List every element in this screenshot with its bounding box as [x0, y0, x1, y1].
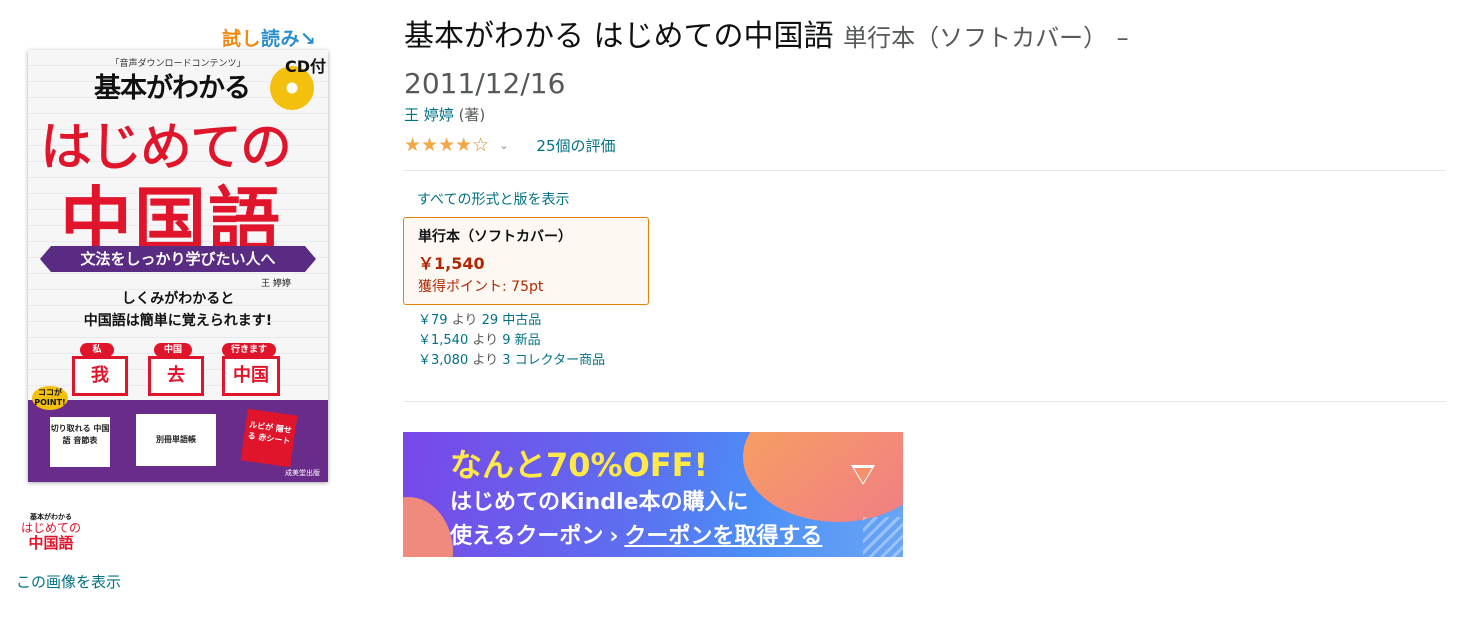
cover-ribbon: 文法をしっかり学びたい人へ: [40, 246, 316, 272]
rating-row: ★★★★☆ ⌄ 25個の評価: [404, 132, 616, 158]
cover-publisher: 成美堂出版: [285, 469, 320, 477]
banner-coupon-text: 使えるクーポン: [450, 524, 604, 549]
triangle-inner: [854, 468, 872, 483]
offer-row: ￥3,080 より 3 コレクター商品: [418, 351, 605, 371]
product-format: 単行本（ソフトカバー）: [843, 24, 1108, 52]
kindle-coupon-banner[interactable]: なんと70%OFF! はじめてのKindle本の購入に 使えるクーポン › クーポン…: [403, 432, 903, 557]
offer-used-link[interactable]: 29 中古品: [482, 313, 542, 328]
offer-price: ￥1,540: [418, 333, 469, 348]
banner-line-2: はじめてのKindle本の購入に: [450, 490, 749, 515]
product-title-text: 基本がわかる はじめての中国語: [404, 19, 834, 54]
chevron-down-icon[interactable]: ⌄: [499, 139, 508, 152]
trial-read-text-2: 読み↘: [261, 28, 317, 50]
trial-read-link[interactable]: 試し読み↘: [222, 24, 316, 51]
author-role: (著): [458, 106, 486, 124]
offer-row: ￥1,540 より 9 新品: [418, 331, 605, 351]
all-formats-link[interactable]: すべての形式と版を表示: [417, 189, 569, 209]
publication-date: 2011/12/16: [404, 67, 566, 100]
chevron-right-icon: ›: [609, 524, 619, 549]
banner-headline: なんと70%OFF!: [450, 446, 709, 484]
divider: [404, 401, 1446, 402]
format-points: 獲得ポイント: 75pt: [418, 279, 544, 295]
cover-card-1: 切り取れる 中国語 音節表: [50, 417, 110, 467]
offer-from: より: [472, 353, 499, 368]
book-cover-image[interactable]: 「音声ダウンロードコンテンツ」 CD付 基本がわかる はじめての 中国語 文法を…: [28, 50, 328, 482]
cover-card-2: 別冊単語帳: [136, 414, 216, 466]
cover-tag-3: 行きます: [222, 343, 276, 357]
cover-description: しくみがわかると 中国語は簡単に覚えられます!: [28, 288, 328, 332]
stars-filled: ★★★★: [404, 134, 473, 156]
offer-from: より: [472, 333, 499, 348]
divider: [404, 170, 1446, 171]
title-dash: –: [1116, 24, 1129, 52]
offers-list: ￥79 より 29 中古品 ￥1,540 より 9 新品 ￥3,080 より 3…: [418, 311, 605, 371]
cover-card-3: ルビが 隠せる 赤シート: [240, 408, 298, 468]
offer-new-link[interactable]: 9 新品: [502, 333, 540, 348]
thumb-line-3: 中国語: [28, 534, 74, 552]
author-byline: 王 婷婷 (著): [404, 104, 485, 125]
banner-line-3: 使えるクーポン › クーポンを取得する: [450, 518, 822, 550]
offer-collectible-link[interactable]: 3 コレクター商品: [502, 353, 605, 368]
author-link[interactable]: 王 婷婷: [404, 106, 454, 124]
banner-decoration: [403, 497, 453, 557]
cover-box-3: 中国: [222, 356, 280, 396]
cover-point-badge: ココが POINT!: [32, 386, 68, 410]
stars-empty: ☆: [472, 134, 490, 156]
cover-cd-label: CD付: [285, 57, 327, 76]
format-name: 単行本（ソフトカバー）: [418, 229, 572, 245]
format-option-selected[interactable]: 単行本（ソフトカバー） ￥1,540 獲得ポイント: 75pt: [403, 217, 649, 305]
get-coupon-link[interactable]: クーポンを取得する: [624, 524, 822, 549]
star-rating-icon[interactable]: ★★★★☆: [404, 134, 489, 156]
offer-from: より: [451, 313, 478, 328]
offer-row: ￥79 より 29 中古品: [418, 311, 605, 331]
trial-read-text-1: 試し: [222, 28, 262, 50]
offer-price: ￥79: [418, 313, 448, 328]
rating-count-link[interactable]: 25個の評価: [536, 135, 615, 156]
cover-box-2: 去: [148, 356, 204, 396]
format-price: ￥1,540: [418, 254, 485, 273]
cover-base-title: 基本がわかる: [94, 73, 251, 104]
cover-tag-2: 中国: [154, 343, 192, 357]
cover-desc-line-2: 中国語は簡単に覚えられます!: [83, 313, 273, 329]
cover-tag-1: 私: [80, 343, 114, 357]
offer-price: ￥3,080: [418, 353, 469, 368]
cover-thumbnail[interactable]: 基本がわかる はじめての 中国語: [19, 512, 83, 562]
view-image-link[interactable]: この画像を表示: [16, 571, 121, 592]
banner-stripes: [863, 517, 903, 557]
banner-decoration: [743, 432, 903, 522]
cover-box-1: 我: [72, 356, 128, 396]
product-title: 基本がわかる はじめての中国語 単行本（ソフトカバー） – 2011/12/16: [404, 14, 1304, 107]
cover-desc-line-1: しくみがわかると: [121, 291, 235, 307]
